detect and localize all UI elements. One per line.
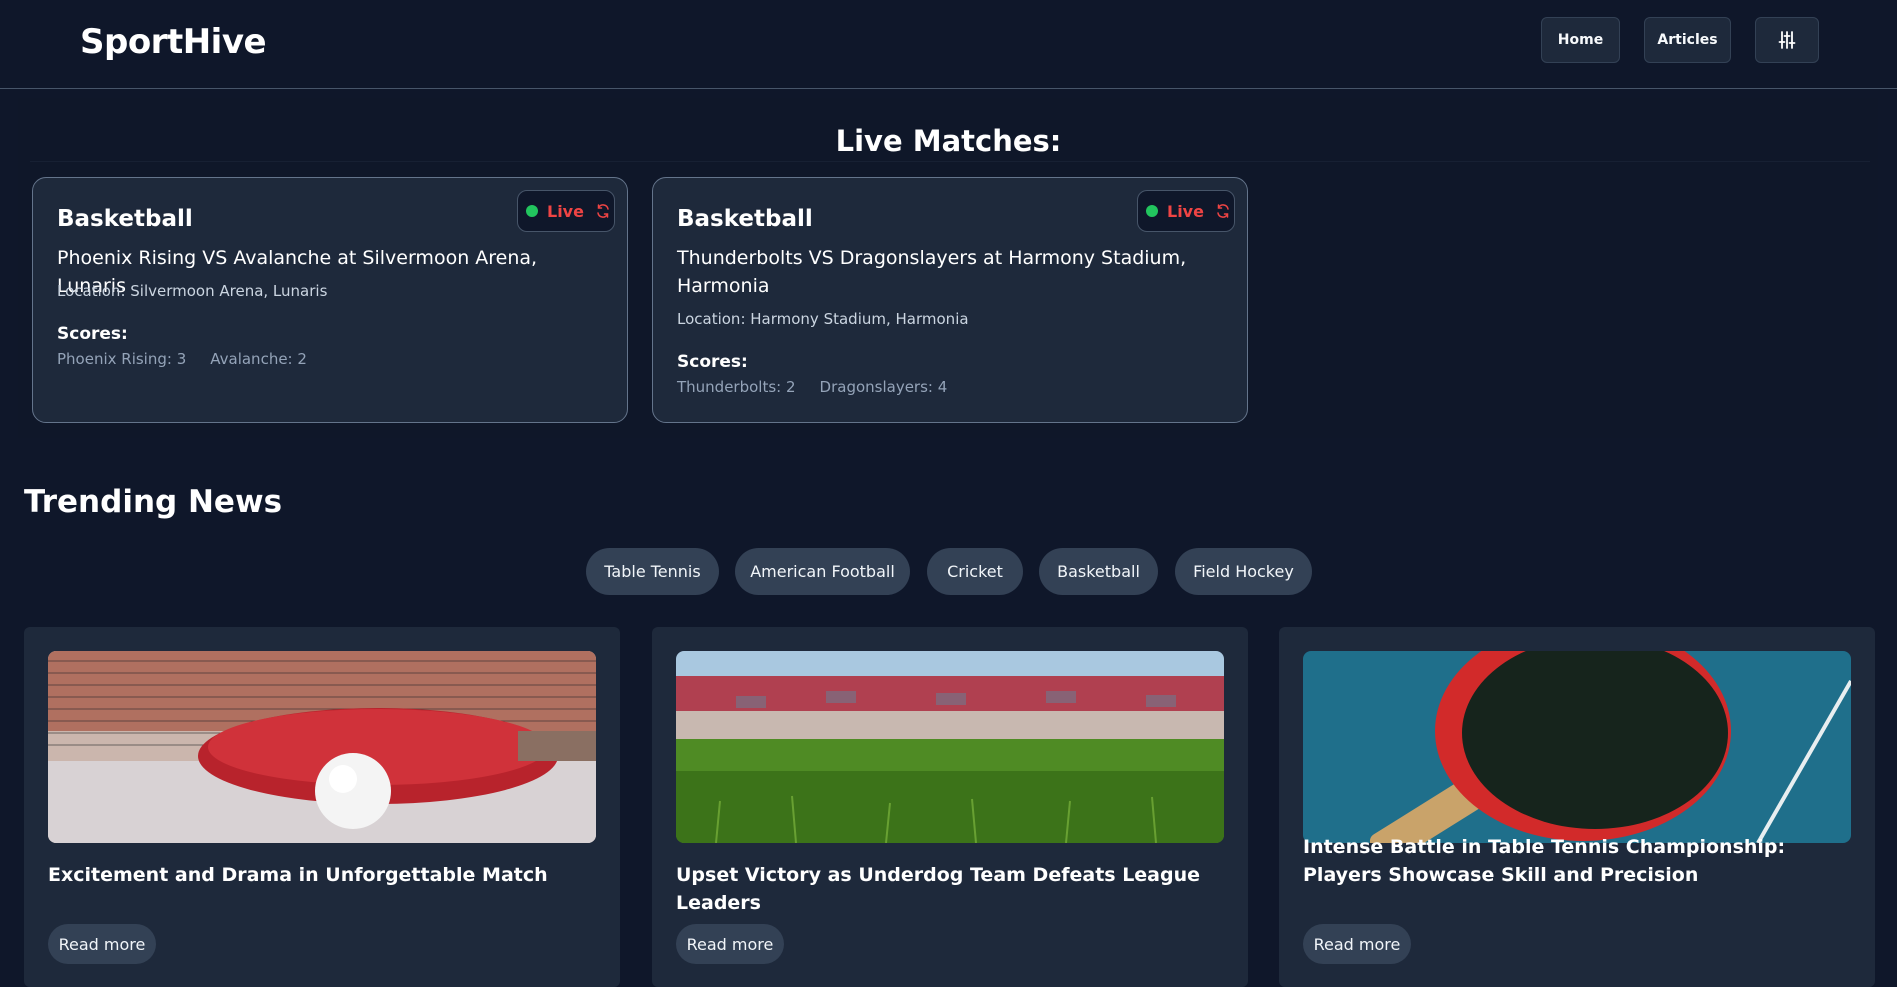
- news-card: Excitement and Drama in Unforgettable Ma…: [24, 627, 620, 987]
- live-badge[interactable]: Live: [517, 190, 615, 232]
- trending-news-title: Trending News: [24, 484, 283, 520]
- match-sport: Basketball: [677, 206, 813, 232]
- filter-basketball[interactable]: Basketball: [1039, 548, 1158, 595]
- sliders-icon: [1778, 31, 1796, 49]
- article-image[interactable]: [1303, 651, 1851, 843]
- filter-american-football[interactable]: American Football: [735, 548, 910, 595]
- divider: [30, 161, 1870, 162]
- read-more-button[interactable]: Read more: [1303, 924, 1411, 964]
- match-location: Location: Harmony Stadium, Harmonia: [677, 310, 969, 328]
- live-dot-icon: [526, 205, 538, 217]
- scores-label: Scores:: [57, 324, 128, 344]
- article-title[interactable]: Upset Victory as Underdog Team Defeats L…: [676, 861, 1224, 917]
- match-location: Location: Silvermoon Arena, Lunaris: [57, 282, 328, 300]
- settings-button[interactable]: [1755, 17, 1819, 63]
- score-team-a: Thunderbolts: 2: [677, 378, 796, 396]
- scores-row: Phoenix Rising: 3 Avalanche: 2: [57, 350, 307, 368]
- read-more-button[interactable]: Read more: [48, 924, 156, 964]
- scores-label: Scores:: [677, 352, 748, 372]
- article-title[interactable]: Intense Battle in Table Tennis Champions…: [1303, 833, 1851, 889]
- filter-field-hockey[interactable]: Field Hockey: [1175, 548, 1312, 595]
- match-title: Thunderbolts VS Dragonslayers at Harmony…: [677, 247, 1187, 297]
- refresh-icon[interactable]: [1215, 203, 1231, 219]
- top-navbar: SportHive Home Articles: [0, 0, 1897, 89]
- score-team-b: Dragonslayers: 4: [819, 378, 948, 396]
- refresh-icon[interactable]: [595, 203, 611, 219]
- live-label: Live: [1167, 201, 1204, 221]
- read-more-button[interactable]: Read more: [676, 924, 784, 964]
- article-image[interactable]: [676, 651, 1224, 843]
- filter-cricket[interactable]: Cricket: [927, 548, 1023, 595]
- filter-table-tennis[interactable]: Table Tennis: [586, 548, 719, 595]
- live-dot-icon: [1146, 205, 1158, 217]
- score-team-b: Avalanche: 2: [210, 350, 307, 368]
- live-badge[interactable]: Live: [1137, 190, 1235, 232]
- nav-articles-button[interactable]: Articles: [1644, 17, 1731, 63]
- match-card[interactable]: Basketball Live Phoenix Rising VS Avalan…: [32, 177, 628, 423]
- brand-logo[interactable]: SportHive: [80, 22, 267, 62]
- news-card: Upset Victory as Underdog Team Defeats L…: [652, 627, 1248, 987]
- news-card: Intense Battle in Table Tennis Champions…: [1279, 627, 1875, 987]
- article-title[interactable]: Excitement and Drama in Unforgettable Ma…: [48, 861, 596, 889]
- score-team-a: Phoenix Rising: 3: [57, 350, 187, 368]
- nav-home-button[interactable]: Home: [1541, 17, 1620, 63]
- live-matches-title: Live Matches:: [835, 124, 1062, 158]
- article-image[interactable]: [48, 651, 596, 843]
- scores-row: Thunderbolts: 2 Dragonslayers: 4: [677, 378, 947, 396]
- live-label: Live: [547, 201, 584, 221]
- match-sport: Basketball: [57, 206, 193, 232]
- match-card[interactable]: Basketball Live Thunderbolts VS Dragonsl…: [652, 177, 1248, 423]
